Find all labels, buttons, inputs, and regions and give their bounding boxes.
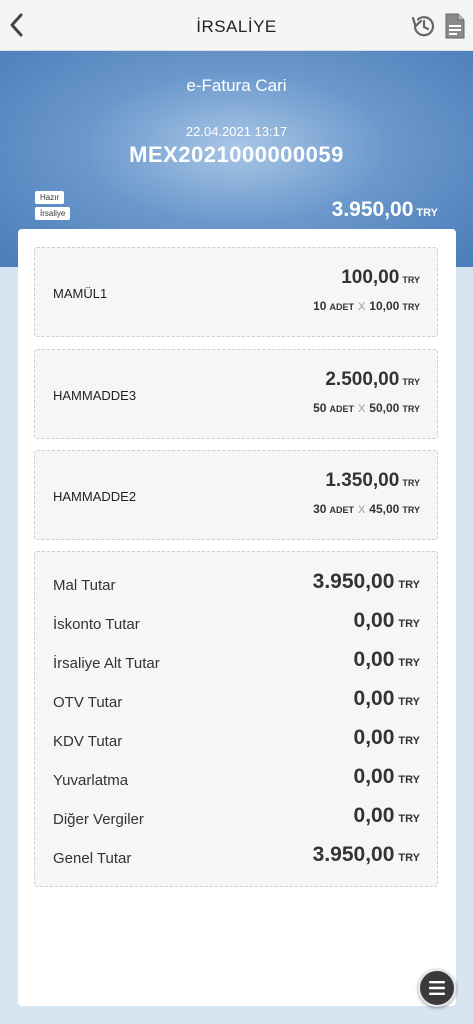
item-amount-value: 2.500,00 <box>325 369 400 390</box>
total-value: 0,00 TRY <box>354 804 420 828</box>
item-amount: 1.350,00 TRY <box>325 470 420 492</box>
status-badge: Hazır <box>35 191 65 204</box>
total-amount: 0,00 <box>353 765 395 788</box>
total-amount: 0,00 <box>353 804 395 827</box>
customer-name: e-Fatura Cari <box>186 76 287 95</box>
item-price-currency: TRY <box>402 302 420 312</box>
item-amount-value: 100,00 <box>341 267 400 288</box>
item-amount-currency: TRY <box>402 275 420 285</box>
total-row-otv-tutar: OTV Tutar 0,00 TRY <box>53 684 420 714</box>
total-row-irsaliye-alt-tutar: İrsaliye Alt Tutar 0,00 TRY <box>53 645 420 675</box>
item-quantity-price: 30 ADET X 45,00 TRY <box>313 502 420 516</box>
document-total-currency: TRY <box>416 207 438 219</box>
total-value: 0,00 TRY <box>354 765 420 789</box>
line-item[interactable]: MAMÜL1 100,00 TRY 10 ADET X 10,00 TRY <box>34 247 438 337</box>
document-total: 3.950,00 TRY <box>332 198 438 222</box>
total-currency: TRY <box>398 618 420 630</box>
item-quantity: 50 <box>313 401 327 415</box>
total-currency: TRY <box>398 579 420 591</box>
total-currency: TRY <box>398 852 420 864</box>
item-unit: ADET <box>329 302 354 312</box>
document-total-value: 3.950,00 <box>331 198 414 221</box>
document-icon <box>445 13 465 39</box>
total-amount: 0,00 <box>353 726 395 749</box>
item-price-currency: TRY <box>402 404 420 414</box>
total-value: 3.950,00 TRY <box>313 843 420 867</box>
document-date: 22.04.2021 13:17 <box>185 124 288 139</box>
total-currency: TRY <box>398 696 420 708</box>
total-row-mal-tutar: Mal Tutar 3.950,00 TRY <box>53 567 420 597</box>
total-amount: 3.950,00 <box>312 570 395 593</box>
total-row-iskonto-tutar: İskonto Tutar 0,00 TRY <box>53 606 420 636</box>
item-quantity: 10 <box>313 299 327 313</box>
line-item[interactable]: HAMMADDE2 1.350,00 TRY 30 ADET X 45,00 TRY <box>34 450 438 540</box>
total-value: 0,00 TRY <box>354 609 420 633</box>
total-amount: 0,00 <box>353 687 395 710</box>
total-label: Genel Tutar <box>53 850 132 867</box>
document-number: MEX2021000000059 <box>129 142 344 167</box>
total-row-yuvarlatma: Yuvarlatma 0,00 TRY <box>53 762 420 792</box>
times-separator: X <box>357 403 366 415</box>
total-amount: 3.950,00 <box>312 843 395 866</box>
history-icon <box>411 16 435 37</box>
times-separator: X <box>357 301 366 313</box>
total-label: Mal Tutar <box>53 577 116 594</box>
total-currency: TRY <box>398 735 420 747</box>
times-separator: X <box>357 504 366 516</box>
total-label: OTV Tutar <box>53 694 123 711</box>
item-quantity-price: 10 ADET X 10,00 TRY <box>313 299 420 313</box>
total-amount: 0,00 <box>353 609 395 632</box>
item-name: HAMMADDE3 <box>53 388 137 403</box>
item-unit-price: 45,00 <box>369 502 400 516</box>
item-amount: 100,00 TRY <box>341 267 420 289</box>
item-quantity: 30 <box>313 502 327 516</box>
history-button[interactable] <box>409 12 437 40</box>
totals-summary: Mal Tutar 3.950,00 TRY İskonto Tutar 0,00… <box>34 551 438 887</box>
total-row-diger-vergiler: Diğer Vergiler 0,00 TRY <box>53 801 420 831</box>
total-label: Diğer Vergiler <box>53 811 144 828</box>
total-label: Yuvarlatma <box>53 772 129 789</box>
total-label: KDV Tutar <box>53 733 123 750</box>
item-unit: ADET <box>329 404 354 414</box>
menu-icon <box>429 981 445 995</box>
top-bar: İRSALİYE <box>0 0 473 51</box>
item-price-currency: TRY <box>402 505 420 515</box>
total-currency: TRY <box>398 813 420 825</box>
item-amount-currency: TRY <box>402 377 420 387</box>
item-unit-price: 50,00 <box>369 401 400 415</box>
item-quantity-price: 50 ADET X 50,00 TRY <box>313 401 420 415</box>
item-amount: 2.500,00 TRY <box>325 369 420 391</box>
item-amount-currency: TRY <box>402 478 420 488</box>
total-currency: TRY <box>398 774 420 786</box>
total-value: 0,00 TRY <box>354 687 420 711</box>
total-amount: 0,00 <box>353 648 395 671</box>
total-label: İskonto Tutar <box>53 616 140 633</box>
content-panel: MAMÜL1 100,00 TRY 10 ADET X 10,00 TRY HAMMADD… <box>18 229 456 1006</box>
total-value: 3.950,00 TRY <box>313 570 420 594</box>
total-row-kdv-tutar: KDV Tutar 0,00 TRY <box>53 723 420 753</box>
item-unit-price: 10,00 <box>369 299 400 313</box>
total-label: İrsaliye Alt Tutar <box>53 655 160 672</box>
total-currency: TRY <box>398 657 420 669</box>
page-title: İRSALİYE <box>196 17 277 36</box>
line-item[interactable]: HAMMADDE3 2.500,00 TRY 50 ADET X 50,00 TRY <box>34 349 438 439</box>
total-value: 0,00 TRY <box>354 726 420 750</box>
total-value: 0,00 TRY <box>354 648 420 672</box>
type-badge: İrsaliye <box>35 207 71 220</box>
item-amount-value: 1.350,00 <box>325 470 400 491</box>
document-button[interactable] <box>444 12 466 40</box>
menu-button[interactable] <box>418 969 456 1007</box>
item-name: HAMMADDE2 <box>53 489 137 504</box>
total-row-genel-tutar: Genel Tutar 3.950,00 TRY <box>53 840 420 870</box>
item-name: MAMÜL1 <box>53 286 108 301</box>
item-unit: ADET <box>329 505 354 515</box>
